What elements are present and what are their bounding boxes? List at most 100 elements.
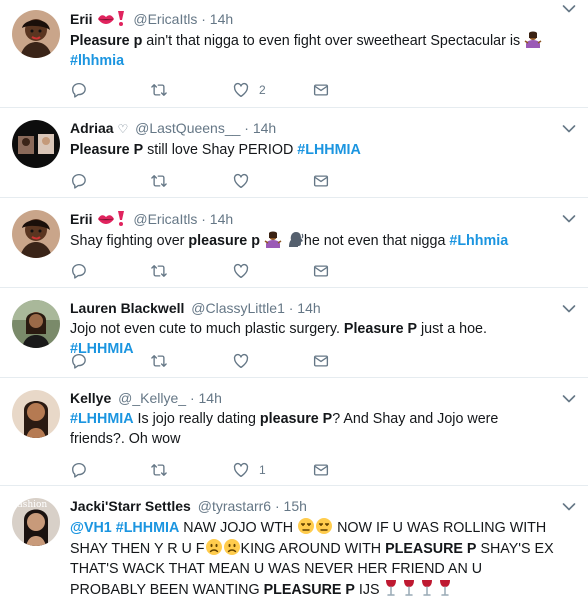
reply-button[interactable]: [70, 351, 88, 371]
hashtag-link[interactable]: #lhhmia: [70, 53, 124, 69]
display-name[interactable]: Jacki'Starr Settles: [70, 498, 191, 514]
timestamp[interactable]: · 14h: [244, 120, 276, 136]
heart-outline-icon: ♡: [117, 122, 129, 136]
chevron-down-icon[interactable]: [562, 394, 576, 404]
retweet-button[interactable]: [150, 460, 168, 480]
hashtag-link[interactable]: #LHHMIA: [70, 411, 134, 427]
wine-glass-icon: [384, 579, 398, 597]
display-name[interactable]: Adriaa: [70, 120, 114, 136]
unamused-icon: [297, 517, 315, 535]
dm-button[interactable]: [312, 171, 330, 191]
chevron-down-icon[interactable]: [562, 124, 576, 134]
chevron-down-icon[interactable]: [562, 214, 576, 224]
tweet-text-bold: pleasure p: [188, 233, 260, 249]
retweet-button[interactable]: [150, 351, 168, 371]
avatar[interactable]: fashion: [12, 498, 60, 546]
dm-icon: [312, 352, 330, 370]
retweet-button[interactable]: [150, 80, 168, 100]
tweet-text-part: just a hoe.: [417, 321, 487, 337]
dm-button[interactable]: [312, 351, 330, 371]
hashtag-link[interactable]: #LHHMIA: [116, 520, 180, 536]
reply-icon: [70, 172, 88, 190]
user-handle[interactable]: @EricaItls: [133, 11, 197, 27]
reply-button[interactable]: [70, 460, 88, 480]
exclamation-icon: [116, 209, 126, 227]
tweet[interactable]: Erii @EricaItls · 14h Pleasure p ain't t…: [0, 0, 588, 108]
like-icon: [232, 262, 250, 280]
chevron-down-icon[interactable]: [562, 4, 576, 14]
like-count: 1: [259, 463, 266, 477]
like-count: 2: [259, 83, 266, 97]
avatar[interactable]: [12, 300, 60, 348]
tweet-text: #LHHMIA Is jojo really dating pleasure P…: [70, 409, 554, 449]
timestamp[interactable]: · 15h: [275, 498, 307, 514]
chevron-down-icon[interactable]: [562, 304, 576, 314]
like-button[interactable]: [232, 351, 250, 371]
like-button[interactable]: [232, 261, 250, 281]
tweet-header: Erii @EricaItls · 14h: [70, 209, 554, 229]
like-icon: [232, 81, 250, 99]
unamused-icon: [315, 517, 333, 535]
user-handle[interactable]: @ClassyLittle1: [191, 300, 285, 316]
display-name[interactable]: Kellye: [70, 390, 111, 406]
user-handle[interactable]: @LastQueens__: [135, 120, 240, 136]
like-button[interactable]: [232, 171, 250, 191]
tweet-header: Erii @EricaItls · 14h: [70, 9, 554, 29]
tweet-text-part: Is jojo really dating: [133, 411, 260, 427]
tweet-text-part: Jojo not even cute to much plastic surge…: [70, 321, 344, 337]
tweet-text-bold: Pleasure P: [343, 321, 418, 337]
like-button[interactable]: 2: [232, 80, 266, 100]
tweet-text-part: ain't that nigga to even fight over swee…: [142, 33, 521, 49]
frown-icon: [223, 538, 241, 556]
timestamp[interactable]: · 14h: [201, 211, 233, 227]
display-name[interactable]: Erii: [70, 11, 93, 27]
like-icon: [232, 352, 250, 370]
dm-icon: [312, 172, 330, 190]
user-handle[interactable]: @_Kellye_: [118, 390, 186, 406]
tweet[interactable]: Lauren Blackwell @ClassyLittle1 · 14h Jo…: [0, 288, 588, 378]
kiss-icon: [96, 211, 116, 227]
avatar[interactable]: [12, 10, 60, 58]
user-handle[interactable]: @tyrastarr6: [198, 498, 271, 514]
speaking-head-icon: [286, 230, 304, 248]
retweet-button[interactable]: [150, 171, 168, 191]
tweet[interactable]: Kellye @_Kellye_ · 14h #LHHMIA Is jojo r…: [0, 378, 588, 486]
hashtag-link[interactable]: #LHHMIA: [297, 142, 361, 158]
display-name[interactable]: Lauren Blackwell: [70, 300, 184, 316]
tweet-text-bold: PLEASURE P: [385, 541, 477, 557]
mention-link[interactable]: @VH1: [70, 520, 112, 536]
retweet-icon: [150, 461, 168, 479]
tweet-text-bold: Pleasure P: [70, 142, 144, 158]
retweet-button[interactable]: [150, 261, 168, 281]
kiss-icon: [96, 11, 116, 27]
timestamp[interactable]: · 14h: [289, 300, 321, 316]
reply-icon: [70, 262, 88, 280]
timestamp[interactable]: · 14h: [190, 390, 222, 406]
user-handle[interactable]: @EricaItls: [133, 211, 197, 227]
timestamp[interactable]: · 14h: [201, 11, 233, 27]
dm-button[interactable]: [312, 80, 330, 100]
reply-button[interactable]: [70, 80, 88, 100]
chevron-down-icon[interactable]: [562, 502, 576, 512]
tweet-header: Lauren Blackwell @ClassyLittle1 · 14h: [70, 299, 554, 318]
reply-icon: [70, 352, 88, 370]
dm-icon: [312, 81, 330, 99]
display-name[interactable]: Erii: [70, 211, 93, 227]
avatar[interactable]: [12, 390, 60, 438]
tweet-text-bold: pleasure P: [259, 411, 333, 427]
avatar[interactable]: [12, 210, 60, 258]
dm-button[interactable]: [312, 261, 330, 281]
avatar[interactable]: [12, 120, 60, 168]
tweet[interactable]: fashion Jacki'Starr Settles @tyrastarr6 …: [0, 486, 588, 605]
like-button[interactable]: 1: [232, 460, 266, 480]
tweet-text-part: IJS: [354, 582, 384, 598]
reply-button[interactable]: [70, 261, 88, 281]
reply-button[interactable]: [70, 171, 88, 191]
tweet[interactable]: Adriaa ♡ @LastQueens__ · 14h Pleasure P …: [0, 108, 588, 198]
tweet-text-part: he not even that nigga: [303, 233, 450, 249]
dm-button[interactable]: [312, 460, 330, 480]
hashtag-link[interactable]: #Lhhmia: [449, 233, 508, 249]
tweet[interactable]: Erii @EricaItls · 14h Shay fighting over…: [0, 198, 588, 288]
tweet-actions: 2: [70, 80, 340, 100]
reply-icon: [70, 81, 88, 99]
